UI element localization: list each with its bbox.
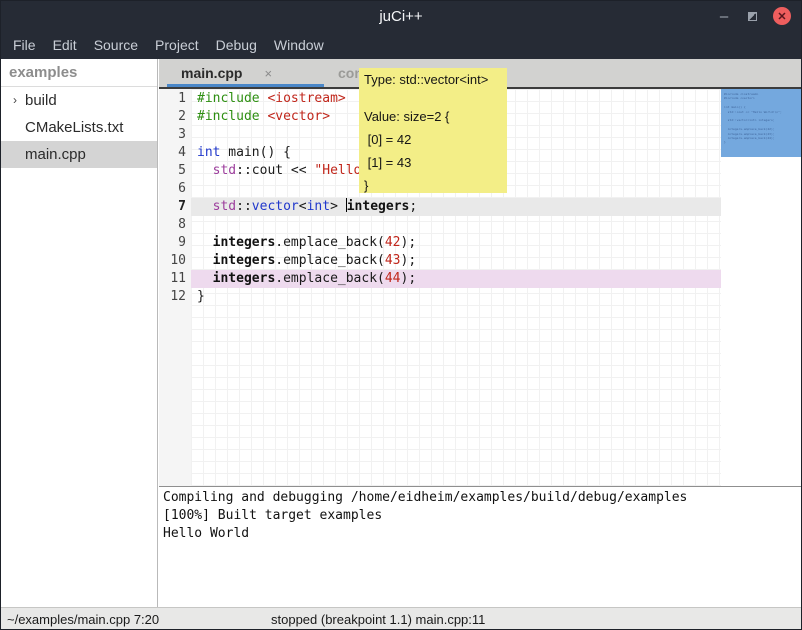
close-icon[interactable]: ✕: [773, 7, 791, 25]
output-line: Compiling and debugging /home/eidheim/ex…: [163, 489, 799, 507]
debug-value-tooltip: Type: std::vector<int> Value: size=2 { […: [359, 68, 507, 193]
menu-file[interactable]: File: [11, 37, 38, 53]
file-tree: ›buildCMakeLists.txtmain.cpp: [1, 87, 157, 168]
code-line[interactable]: integers.emplace_back(42);: [191, 234, 721, 252]
line-number[interactable]: 12: [159, 288, 191, 306]
output-line: Hello World: [163, 525, 799, 543]
minimap-viewport[interactable]: #include <iostream>#include <vector> int…: [721, 89, 802, 157]
tree-item-label: main.cpp: [25, 141, 86, 168]
project-name: examples: [1, 59, 157, 87]
tooltip-type-line: Type: std::vector<int>: [364, 71, 502, 88]
code-line[interactable]: integers.emplace_back(44);: [191, 270, 721, 288]
line-number[interactable]: 6: [159, 180, 191, 198]
file-tree-sidebar: examples ›buildCMakeLists.txtmain.cpp: [1, 59, 158, 607]
minimize-icon[interactable]: –: [716, 8, 732, 25]
tree-item-label: CMakeLists.txt: [25, 114, 123, 141]
line-number[interactable]: 2: [159, 108, 191, 126]
line-number[interactable]: 5: [159, 162, 191, 180]
line-number[interactable]: 3: [159, 126, 191, 144]
menu-bar: File Edit Source Project Debug Window: [1, 31, 801, 59]
output-line: [100%] Built target examples: [163, 507, 799, 525]
code-line[interactable]: integers.emplace_back(43);: [191, 252, 721, 270]
status-bar: ~/examples/main.cpp 7:20 stopped (breakp…: [1, 607, 801, 630]
code-line[interactable]: }: [191, 288, 721, 306]
menu-project[interactable]: Project: [153, 37, 201, 53]
tooltip-value-line: [0] = 42: [364, 128, 502, 151]
line-number[interactable]: 1: [159, 90, 191, 108]
line-number[interactable]: 9: [159, 234, 191, 252]
minimap[interactable]: #include <iostream>#include <vector> int…: [721, 89, 802, 486]
tree-item-cmakelists-txt[interactable]: CMakeLists.txt: [1, 114, 157, 141]
window-title: juCi++: [379, 8, 422, 25]
title-bar[interactable]: juCi++ – ✕: [1, 1, 801, 31]
restore-icon[interactable]: [748, 12, 757, 21]
status-file-position: ~/examples/main.cpp 7:20: [7, 608, 159, 630]
line-number[interactable]: 7: [159, 198, 191, 216]
menu-source[interactable]: Source: [92, 37, 140, 53]
line-number[interactable]: 8: [159, 216, 191, 234]
tooltip-value-line: }: [364, 174, 502, 193]
line-number-gutter[interactable]: 123456789101112: [159, 89, 191, 486]
code-line[interactable]: [191, 216, 721, 234]
code-line[interactable]: std::vector<int> integers;: [191, 198, 721, 216]
menu-window[interactable]: Window: [272, 37, 326, 53]
status-debug-state: stopped (breakpoint 1.1) main.cpp:11: [271, 608, 485, 630]
minimap-code: #include <iostream>#include <vector> int…: [721, 89, 802, 145]
tree-item-build[interactable]: ›build: [1, 87, 157, 114]
tooltip-value-block: Value: size=2 { [0] = 42 [1] = 43}: [364, 105, 502, 193]
tooltip-value-line: [1] = 43: [364, 151, 502, 174]
tab-close-icon[interactable]: ×: [264, 66, 272, 81]
menu-debug[interactable]: Debug: [214, 37, 259, 53]
line-number[interactable]: 10: [159, 252, 191, 270]
tooltip-value-line: Value: size=2 {: [364, 105, 502, 128]
window-controls: – ✕: [716, 1, 791, 31]
menu-edit[interactable]: Edit: [51, 37, 79, 53]
tab-main-cpp[interactable]: main.cpp ×: [167, 59, 324, 87]
build-output-panel[interactable]: Compiling and debugging /home/eidheim/ex…: [159, 486, 802, 607]
chevron-right-icon[interactable]: ›: [7, 87, 23, 114]
line-number[interactable]: 4: [159, 144, 191, 162]
tree-item-main-cpp[interactable]: main.cpp: [1, 141, 157, 168]
tab-label: main.cpp: [181, 65, 242, 81]
app-window: juCi++ – ✕ File Edit Source Project Debug Win…: [0, 0, 802, 630]
line-number[interactable]: 11: [159, 270, 191, 288]
tree-item-label: build: [25, 87, 57, 114]
